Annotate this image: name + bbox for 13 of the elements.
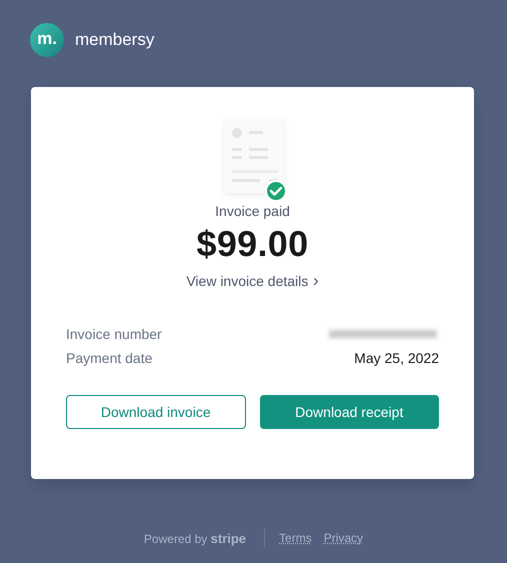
amount-text: $99.00 bbox=[196, 223, 310, 265]
brand-name: membersy bbox=[75, 30, 154, 50]
footer-link[interactable]: Terms bbox=[279, 531, 312, 545]
powered-by-text: Powered by stripe bbox=[144, 530, 246, 546]
footer-link[interactable]: Privacy bbox=[324, 531, 364, 545]
status-label: Invoice paid bbox=[214, 203, 291, 219]
field-value: May 25, 2022 bbox=[354, 350, 439, 366]
field-label: Payment date bbox=[66, 350, 152, 366]
invoice-details-link[interactable]: View invoice details › bbox=[186, 273, 319, 289]
download-receipt-button[interactable]: Download receipt bbox=[260, 395, 439, 429]
brand-logo: m. bbox=[30, 23, 64, 57]
download-invoice-button[interactable]: Download invoice bbox=[66, 395, 246, 429]
field-label: Invoice number bbox=[66, 326, 162, 342]
